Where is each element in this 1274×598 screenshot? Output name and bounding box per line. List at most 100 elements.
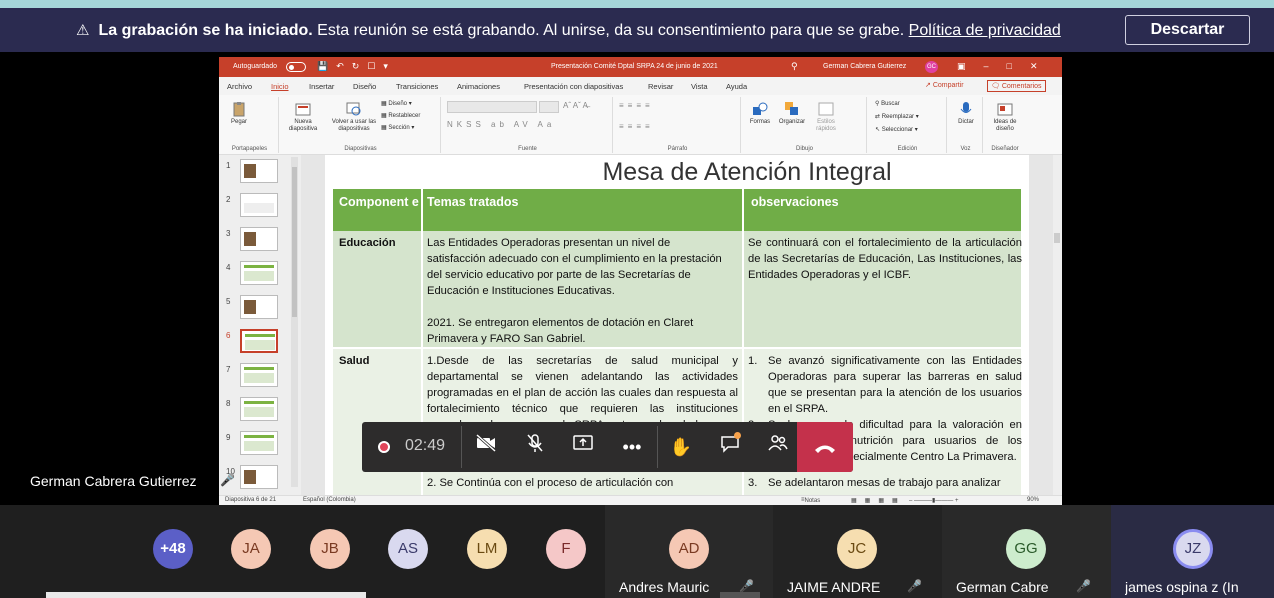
chat-notification-dot [734,432,741,439]
participant-tile[interactable]: AD Andres Mauric 🎤 [605,505,773,598]
thumbnail-slide-5: 5 [219,293,301,323]
drawing-group-label: Dibujo [795,146,813,152]
ppt-user-name: German Cabrera Gutierrez [823,63,907,70]
shapes-button: Formas [747,101,773,126]
thumbnail-slide-2: 2 [219,191,301,221]
font-size-box [539,101,559,113]
banner-bold: La grabación se ha iniciado. [98,22,313,39]
participants-button[interactable] [761,432,795,462]
mic-off-icon [527,434,543,452]
find-button: ⚲ Buscar [875,101,900,107]
participant-name: JAIME ANDRE [787,579,881,595]
participant-avatar: JC [837,529,877,569]
thumbnail-slide-7: 7 [219,361,301,391]
thumbnail-slide-9: 9 [219,429,301,459]
cell-topics-2021: 2021. Se entregaron elementos de dotació… [427,317,694,345]
table-header-row: Component e Temas tratados observaciones [333,189,1021,231]
designer-group-label: Diseñador [991,146,1019,152]
slide-title: Mesa de Atención Integral [602,158,892,186]
top-strip [0,0,1274,8]
participant-avatar: GG [1006,529,1046,569]
menu-revisar: Revisar [648,82,674,91]
cell-observation-1: Se avanzó significativamente con las Ent… [768,355,1022,415]
ppt-ribbon: Pegar Portapapeles Nueva diapositiva Vol… [219,95,1062,155]
muted-mic-icon: 🎤 [907,579,922,593]
arrange-button: Organizar [775,101,809,126]
chat-button[interactable] [713,432,747,462]
ppt-status-bar: Diapositiva 6 de 21 Español (Colombia) ≡… [219,495,1062,505]
status-language: Español (Colombia) [303,497,356,503]
call-timer: 02:49 [405,437,446,454]
participant-avatar[interactable]: JA [231,529,271,569]
ppt-user-avatar: GC [925,61,938,73]
ribbon-group-drawing: Formas Organizar Estilos rápidos Dibujo [743,97,867,153]
taskbar-strip [46,592,366,598]
taskbar-strip [720,592,760,598]
thumbnail-slide-6: 6 [219,327,301,357]
participant-tile[interactable]: GG German Cabre 🎤 [942,505,1111,598]
camera-off-button[interactable] [469,432,503,462]
quick-styles-button: Estilos rápidos [811,101,841,133]
ribbon-group-paragraph: ≡≡≡≡ ≡≡≡≡ Párrafo [615,97,741,153]
status-zoom: 90% [1027,497,1040,503]
header-observations: observaciones [751,195,839,209]
cell-topics: 1.Desde de las secretarías de salud muni… [427,355,738,431]
menu-insertar: Insertar [309,82,335,91]
share-screen-button[interactable] [566,432,600,462]
align-icons: ≡≡≡≡ [619,122,654,131]
ribbon-group-slides: Nueva diapositiva Volver a usar las diap… [281,97,441,153]
font-name-box [447,101,537,113]
more-icon: ••• [622,437,642,457]
call-controls-bar: 02:49 ••• ✋ [362,422,853,472]
participant-avatar[interactable]: LM [467,529,507,569]
thumbnail-slide-4: 4 [219,259,301,289]
reuse-slides-button: Volver a usar las diapositivas [329,101,379,133]
ppt-menu-bar: Archivo Inicio Insertar Diseño Transicio… [219,77,1062,95]
thumbnail-slide-3: 3 [219,225,301,255]
share-button: ↗ Compartir [925,82,964,89]
table-row: Educación Las Entidades Operadoras prese… [333,231,1022,347]
slides-group-label: Diapositivas [344,146,377,152]
speaker-name: German Cabrera Gutierrez [30,473,197,489]
more-options-button[interactable]: ••• [615,432,649,462]
participants-overflow[interactable]: +48 [153,529,193,569]
camera-off-icon [476,433,496,453]
raise-hand-button[interactable]: ✋ [664,432,698,462]
cell-observation-3: Se adelantaron mesas de trabajo para ana… [768,477,1001,489]
cell-observations: Se continuará con el fortalecimiento de … [748,237,1022,281]
muted-mic-icon: 🎤 [220,473,235,487]
list-icons: ≡≡≡≡ [619,101,654,110]
menu-diseno: Diseño [353,82,377,91]
voice-group-label: Voz [960,146,971,152]
participant-avatar[interactable]: AS [388,529,428,569]
participant-tile[interactable]: JC JAIME ANDRE 🎤 [773,505,942,598]
view-icons: ▦▦▦▦ [851,498,906,504]
thumbnail-scrollbar [291,157,298,487]
window-controls-icons: ▣–□✕ [957,61,1056,71]
ppt-document-title: Presentación Comité Dptal SRPA 24 de jun… [551,63,718,70]
divider [461,426,462,468]
obs-number: 3. [748,477,758,489]
new-slide-button: Nueva diapositiva [283,101,323,133]
hang-up-button[interactable] [797,422,853,472]
ppt-titlebar: Autoguardado 💾↶↻☐▾ Presentación Comité D… [219,57,1062,77]
autosave-label: Autoguardado [233,63,277,70]
participant-avatar[interactable]: JB [310,529,350,569]
header-component: Component e [339,195,419,209]
select-button: ↖ Seleccionar ▾ [875,127,918,133]
autosave-toggle [286,62,306,72]
dismiss-button[interactable]: Descartar [1125,15,1250,45]
privacy-link[interactable]: Política de privacidad [909,22,1061,39]
muted-mic-icon: 🎤 [1076,579,1091,593]
recording-banner: ⚠ La grabación se ha iniciado. Esta reun… [0,8,1274,52]
menu-presentacion: Presentación con diapositivas [524,82,624,91]
participant-avatar[interactable]: F [546,529,586,569]
mic-off-button[interactable] [518,432,552,462]
paragraph-group-label: Párrafo [667,146,688,152]
muted-mic-icon: 🎤 [739,579,754,593]
divider [657,426,658,468]
zoom-slider: – ———▮——— + [909,498,959,504]
banner-message: ⚠ La grabación se ha iniciado. Esta reun… [76,21,1061,40]
participant-tile-active-speaker[interactable]: JZ james ospina z (In [1111,505,1274,598]
clipboard-group-label: Portapapeles [231,146,268,152]
